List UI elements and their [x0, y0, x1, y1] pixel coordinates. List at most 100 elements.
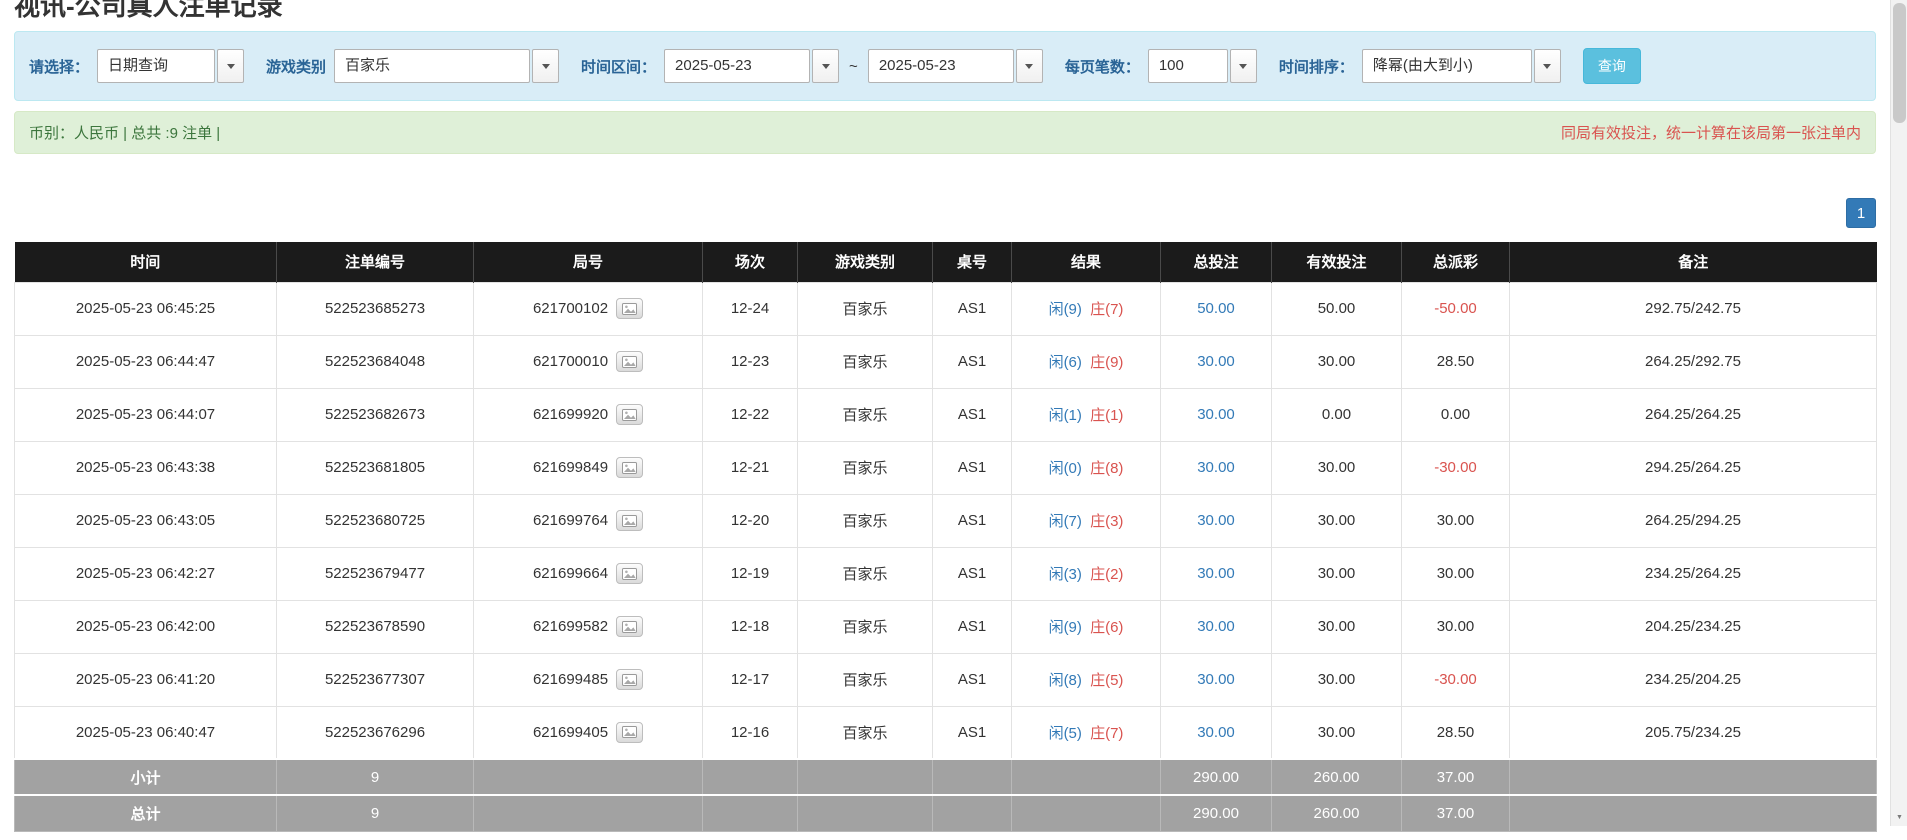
date-to-dropdown-button[interactable]	[1016, 49, 1043, 83]
result-image-icon[interactable]	[616, 669, 643, 690]
cell-session: 12-19	[703, 547, 798, 600]
cell-bet-id: 522523684048	[277, 335, 474, 388]
result-player: 闲(5)	[1049, 725, 1082, 742]
cell-total-bet: 30.00	[1161, 441, 1272, 494]
date-from-value[interactable]: 2025-05-23	[664, 49, 810, 83]
result-image-icon[interactable]	[616, 616, 643, 637]
scrollbar-thumb[interactable]	[1893, 3, 1906, 123]
table-body: 2025-05-23 06:45:25 522523685273 6217001…	[15, 282, 1877, 759]
result-image-icon[interactable]	[616, 563, 643, 584]
cell-round: 621699582	[474, 600, 703, 653]
query-type-value[interactable]: 日期查询	[97, 49, 215, 83]
result-player: 闲(9)	[1049, 301, 1082, 318]
cell-round: 621699485	[474, 653, 703, 706]
cell-remark: 205.75/234.25	[1510, 706, 1877, 759]
subtotal-payout: 37.00	[1402, 759, 1510, 795]
result-image-icon[interactable]	[616, 722, 643, 743]
result-player: 闲(9)	[1049, 619, 1082, 636]
cell-table-no: AS1	[933, 653, 1012, 706]
total-bet-link[interactable]: 30.00	[1197, 512, 1235, 529]
total-bet-link[interactable]: 30.00	[1197, 406, 1235, 423]
page-size-value[interactable]: 100	[1148, 49, 1228, 83]
result-banker: 庄(9)	[1090, 354, 1123, 371]
grand-total-empty-result	[1012, 795, 1161, 831]
cell-result: 闲(3) 庄(2)	[1012, 547, 1161, 600]
game-category-combobox[interactable]: 百家乐	[334, 49, 559, 83]
cell-session: 12-16	[703, 706, 798, 759]
result-image-icon[interactable]	[616, 351, 643, 372]
query-type-combobox[interactable]: 日期查询	[97, 49, 244, 83]
cell-valid-bet: 30.00	[1272, 441, 1402, 494]
total-bet-link[interactable]: 30.00	[1197, 353, 1235, 370]
cell-round: 621699764	[474, 494, 703, 547]
result-banker: 庄(7)	[1090, 725, 1123, 742]
table-row: 2025-05-23 06:42:27 522523679477 6216996…	[15, 547, 1877, 600]
chevron-down-icon	[1543, 64, 1551, 69]
cell-remark: 264.25/294.25	[1510, 494, 1877, 547]
grand-total-total-bet: 290.00	[1161, 795, 1272, 831]
date-to-value[interactable]: 2025-05-23	[868, 49, 1014, 83]
cell-payout: -30.00	[1402, 653, 1510, 706]
chevron-down-icon	[822, 64, 830, 69]
date-from-combobox[interactable]: 2025-05-23	[664, 49, 839, 83]
subtotal-row: 小计 9 290.00 260.00 37.00	[15, 759, 1877, 795]
cell-total-bet: 30.00	[1161, 547, 1272, 600]
subtotal-empty-game	[798, 759, 933, 795]
cell-bet-id: 522523682673	[277, 388, 474, 441]
cell-table-no: AS1	[933, 335, 1012, 388]
result-banker: 庄(8)	[1090, 460, 1123, 477]
filter-bar: 请选择： 日期查询 游戏类别 百家乐 时间区间： 2025-05-23 ~ 20…	[14, 31, 1876, 101]
cell-time: 2025-05-23 06:42:27	[15, 547, 277, 600]
cell-bet-id: 522523685273	[277, 282, 474, 335]
cell-result: 闲(7) 庄(3)	[1012, 494, 1161, 547]
cell-total-bet: 30.00	[1161, 706, 1272, 759]
time-sort-dropdown-button[interactable]	[1534, 49, 1561, 83]
grand-total-label: 总计	[15, 795, 277, 831]
total-bet-link[interactable]: 30.00	[1197, 618, 1235, 635]
cell-table-no: AS1	[933, 282, 1012, 335]
cell-table-no: AS1	[933, 388, 1012, 441]
game-category-dropdown-button[interactable]	[532, 49, 559, 83]
chevron-down-icon	[1025, 64, 1033, 69]
round-number: 621699764	[533, 512, 608, 529]
total-bet-link[interactable]: 50.00	[1197, 300, 1235, 317]
page-title: 视讯-公司真人注单记录	[14, 0, 1876, 23]
page-size-dropdown-button[interactable]	[1230, 49, 1257, 83]
total-bet-link[interactable]: 30.00	[1197, 671, 1235, 688]
cell-remark: 292.75/242.75	[1510, 282, 1877, 335]
time-sort-value[interactable]: 降幂(由大到小)	[1362, 49, 1532, 83]
grand-total-empty-round	[474, 795, 703, 831]
round-number: 621700010	[533, 353, 608, 370]
query-button[interactable]: 查询	[1583, 48, 1641, 84]
round-number: 621700102	[533, 300, 608, 317]
date-range-separator: ~	[849, 58, 858, 75]
result-image-icon[interactable]	[616, 457, 643, 478]
total-bet-link[interactable]: 30.00	[1197, 565, 1235, 582]
cell-valid-bet: 30.00	[1272, 547, 1402, 600]
chevron-down-icon	[227, 64, 235, 69]
game-category-value[interactable]: 百家乐	[334, 49, 530, 83]
page-size-combobox[interactable]: 100	[1148, 49, 1257, 83]
result-image-icon[interactable]	[616, 298, 643, 319]
cell-game-category: 百家乐	[798, 494, 933, 547]
pagination-page-1-button[interactable]: 1	[1846, 198, 1876, 228]
cell-valid-bet: 30.00	[1272, 494, 1402, 547]
subtotal-empty-remark	[1510, 759, 1877, 795]
time-sort-combobox[interactable]: 降幂(由大到小)	[1362, 49, 1561, 83]
total-bet-link[interactable]: 30.00	[1197, 459, 1235, 476]
scrollbar-down-arrow-icon[interactable]: ▼	[1891, 809, 1907, 826]
column-header-1: 时间	[15, 242, 277, 282]
result-image-icon[interactable]	[616, 404, 643, 425]
cell-game-category: 百家乐	[798, 335, 933, 388]
date-from-dropdown-button[interactable]	[812, 49, 839, 83]
query-type-dropdown-button[interactable]	[217, 49, 244, 83]
cell-valid-bet: 30.00	[1272, 706, 1402, 759]
cell-round: 621699664	[474, 547, 703, 600]
summary-note-text: 同局有效投注，统一计算在该局第一张注单内	[1561, 122, 1861, 143]
date-to-combobox[interactable]: 2025-05-23	[868, 49, 1043, 83]
vertical-scrollbar[interactable]: ▲ ▼	[1890, 0, 1907, 826]
total-bet-link[interactable]: 30.00	[1197, 724, 1235, 741]
cell-bet-id: 522523676296	[277, 706, 474, 759]
result-image-icon[interactable]	[616, 510, 643, 531]
cell-table-no: AS1	[933, 600, 1012, 653]
